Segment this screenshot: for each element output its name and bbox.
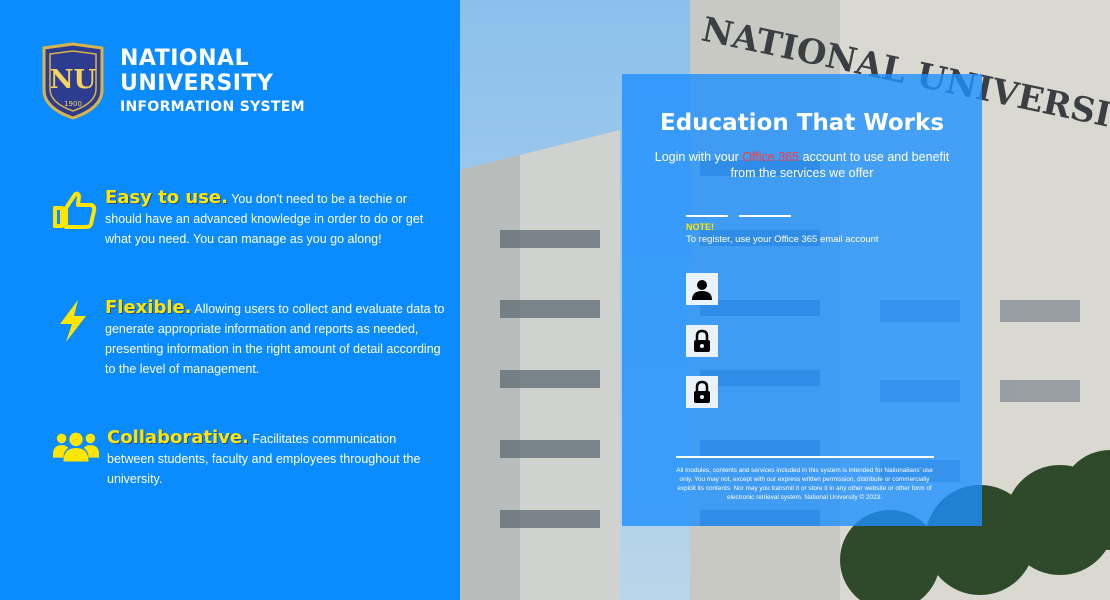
note-label: NOTE!	[686, 222, 714, 232]
lightning-icon	[60, 300, 86, 342]
office365-highlight: Office 365	[742, 150, 800, 164]
university-crest-icon: NU 1900	[42, 42, 104, 120]
lock-icon	[686, 376, 718, 408]
login-title: Education That Works	[659, 110, 945, 136]
tab-indicator-1[interactable]	[686, 215, 728, 217]
footer-divider	[676, 456, 934, 458]
thumbs-up-icon	[53, 191, 97, 229]
svg-text:NU: NU	[50, 65, 97, 95]
group-icon	[52, 432, 100, 462]
brand-line2: UNIVERSITY	[120, 71, 274, 96]
username-input[interactable]	[722, 274, 956, 306]
login-card: Education That Works Login with your Off…	[622, 74, 982, 526]
lock-icon	[686, 325, 718, 357]
password-input[interactable]	[722, 326, 956, 358]
brand-line1: NATIONAL	[120, 46, 250, 71]
brand-line3: INFORMATION SYSTEM	[120, 99, 305, 115]
info-panel: NU 1900 NATIONAL UNIVERSITY INFORMATION …	[0, 0, 460, 600]
feature-title: Easy to use.	[105, 187, 228, 208]
user-icon	[686, 273, 718, 305]
note-text: To register, use your Office 365 email a…	[686, 234, 879, 245]
logo: NU 1900 NATIONAL UNIVERSITY INFORMATION …	[40, 42, 305, 120]
confirm-password-input[interactable]	[722, 377, 956, 409]
disclaimer-footer: All modules, contents and services inclu…	[676, 467, 933, 501]
feature-title: Flexible.	[105, 297, 192, 318]
tab-indicator-2[interactable]	[739, 215, 791, 217]
login-subtitle: Login with your Office 365 account to us…	[654, 150, 950, 180]
feature-title: Collaborative.	[107, 427, 249, 448]
svg-text:1900: 1900	[64, 100, 82, 108]
